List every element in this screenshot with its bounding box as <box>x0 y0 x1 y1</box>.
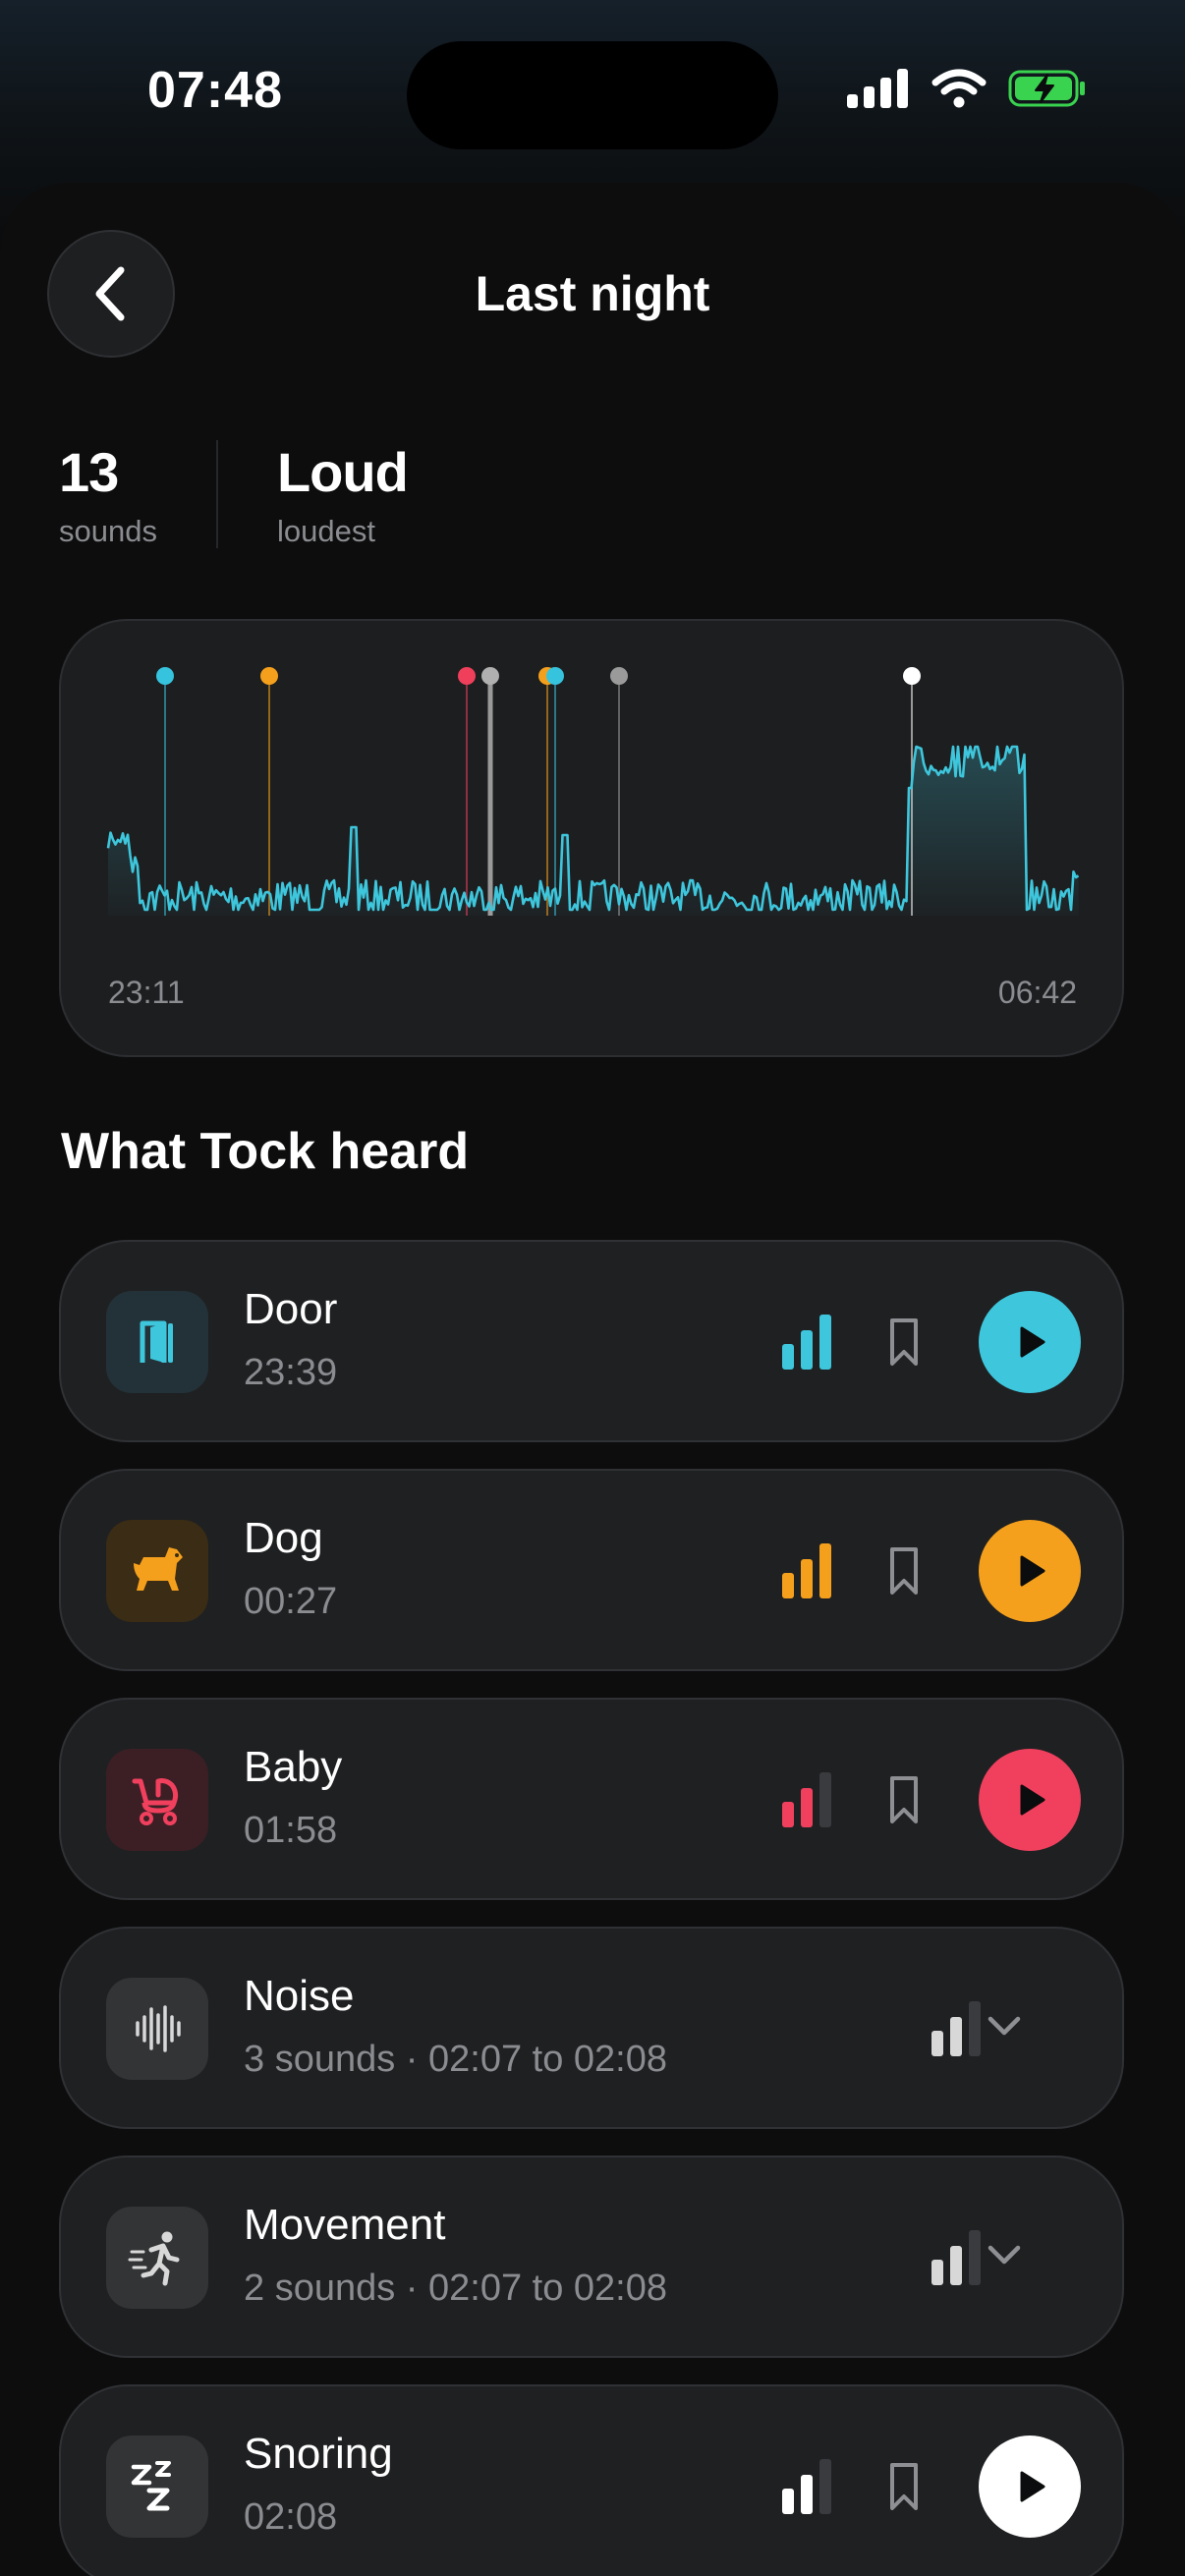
play-icon <box>1020 1326 1045 1358</box>
sound-time: 3 sounds · 02:07 to 02:08 <box>244 2039 667 2080</box>
stat-loudest: Loud loudest <box>276 440 409 549</box>
battery-charging-icon <box>1008 70 1085 107</box>
event-marker-dot <box>903 667 921 685</box>
play-button[interactable] <box>979 2436 1081 2538</box>
event-marker-dot <box>156 667 174 685</box>
level-bar <box>782 1573 794 1598</box>
level-bar <box>801 1559 813 1598</box>
sound-name: Noise <box>244 1972 355 2020</box>
level-bar <box>931 2260 943 2285</box>
stat-value: 13 <box>59 441 119 503</box>
loudness-level-icon <box>782 2457 831 2514</box>
sound-row-baby[interactable]: Baby 01:58 <box>59 1698 1124 1900</box>
play-icon <box>1020 1784 1045 1816</box>
event-marker-dot <box>481 667 499 685</box>
x-axis-start-label: 23:11 <box>108 975 185 1010</box>
sound-row-snoring[interactable]: Snoring 02:08 <box>59 2384 1124 2576</box>
sound-name: Dog <box>244 1514 323 1562</box>
level-bar <box>950 2246 962 2285</box>
level-bar <box>819 1772 831 1827</box>
sound-time: 00:27 <box>244 1581 338 1622</box>
play-button[interactable] <box>979 1291 1081 1393</box>
stat-label: loudest <box>276 514 375 548</box>
stat-value: Loud <box>276 441 409 503</box>
event-marker-dot <box>546 667 564 685</box>
sound-list: Door 23:39 Dog 00:27 Baby 01:58 Noise 3 sounds … <box>59 1240 1124 2576</box>
level-bar <box>819 1315 831 1370</box>
stroller-icon <box>106 1749 208 1851</box>
section-title: What Tock heard <box>61 1123 470 1180</box>
bookmark-icon[interactable] <box>884 1772 924 1832</box>
sheet: Last night 13 sounds Loud loudest 23:11 … <box>0 183 1185 2576</box>
sound-row-noise[interactable]: Noise 3 sounds · 02:07 to 02:08 <box>59 1927 1124 2129</box>
door-icon <box>106 1291 208 1393</box>
loudness-level-icon <box>931 1999 981 2056</box>
event-marker-dot <box>260 667 278 685</box>
level-bar <box>819 2459 831 2514</box>
level-bar <box>801 2475 813 2514</box>
sound-name: Snoring <box>244 2430 393 2478</box>
wifi-icon <box>931 69 987 108</box>
cellular-signal-icon <box>847 69 908 108</box>
sound-name: Movement <box>244 2201 446 2249</box>
screen: 07:48 Last night 13 sounds Loud loudest … <box>0 0 1185 2576</box>
status-icons <box>847 69 1087 108</box>
stat-label: sounds <box>59 514 157 548</box>
person-moving-icon <box>106 2207 208 2309</box>
play-icon <box>1020 2471 1045 2502</box>
page-title: Last night <box>475 266 710 321</box>
play-button[interactable] <box>979 1749 1081 1851</box>
loudness-level-icon <box>782 1313 831 1370</box>
bookmark-icon[interactable] <box>884 1543 924 1603</box>
sound-name: Door <box>244 1285 338 1333</box>
sound-time: 2 sounds · 02:07 to 02:08 <box>244 2268 667 2309</box>
level-bar <box>819 1543 831 1598</box>
bookmark-icon[interactable] <box>884 2459 924 2519</box>
stat-divider <box>215 440 218 548</box>
status-time: 07:48 <box>147 62 283 119</box>
event-marker-dot <box>610 667 628 685</box>
waveform-icon <box>106 1978 208 2080</box>
play-button[interactable] <box>979 1520 1081 1622</box>
level-bar <box>969 2230 981 2285</box>
level-bar <box>969 2001 981 2056</box>
stat-sounds: 13 sounds <box>59 440 157 549</box>
timeline-svg <box>106 667 1080 916</box>
level-bar <box>801 1330 813 1370</box>
dynamic-island <box>407 41 778 149</box>
zzz-icon <box>106 2436 208 2538</box>
level-bar <box>950 2017 962 2056</box>
sound-timeline-chart[interactable]: 23:11 06:42 <box>59 619 1124 1057</box>
event-marker-dot <box>458 667 476 685</box>
loudness-level-icon <box>931 2228 981 2285</box>
sound-time: 01:58 <box>244 1810 338 1851</box>
level-bar <box>931 2031 943 2056</box>
loudness-level-icon <box>782 1541 831 1598</box>
level-bar <box>801 1788 813 1827</box>
sound-row-movement[interactable]: Movement 2 sounds · 02:07 to 02:08 <box>59 2156 1124 2358</box>
sound-time: 23:39 <box>244 1352 338 1393</box>
waveform-area <box>108 747 1079 916</box>
bookmark-icon[interactable] <box>884 1315 924 1374</box>
level-bar <box>782 1344 794 1370</box>
play-icon <box>1020 1555 1045 1587</box>
x-axis-end-label: 06:42 <box>997 975 1077 1010</box>
chevron-down-icon[interactable] <box>981 2234 1028 2278</box>
dog-icon <box>106 1520 208 1622</box>
sound-row-door[interactable]: Door 23:39 <box>59 1240 1124 1442</box>
sound-time: 02:08 <box>244 2496 338 2538</box>
level-bar <box>782 1802 794 1827</box>
sound-name: Baby <box>244 1743 343 1791</box>
loudness-level-icon <box>782 1770 831 1827</box>
stats-row: 13 sounds Loud loudest <box>59 440 409 549</box>
sound-row-dog[interactable]: Dog 00:27 <box>59 1469 1124 1671</box>
level-bar <box>782 2489 794 2514</box>
chevron-down-icon[interactable] <box>981 2005 1028 2049</box>
